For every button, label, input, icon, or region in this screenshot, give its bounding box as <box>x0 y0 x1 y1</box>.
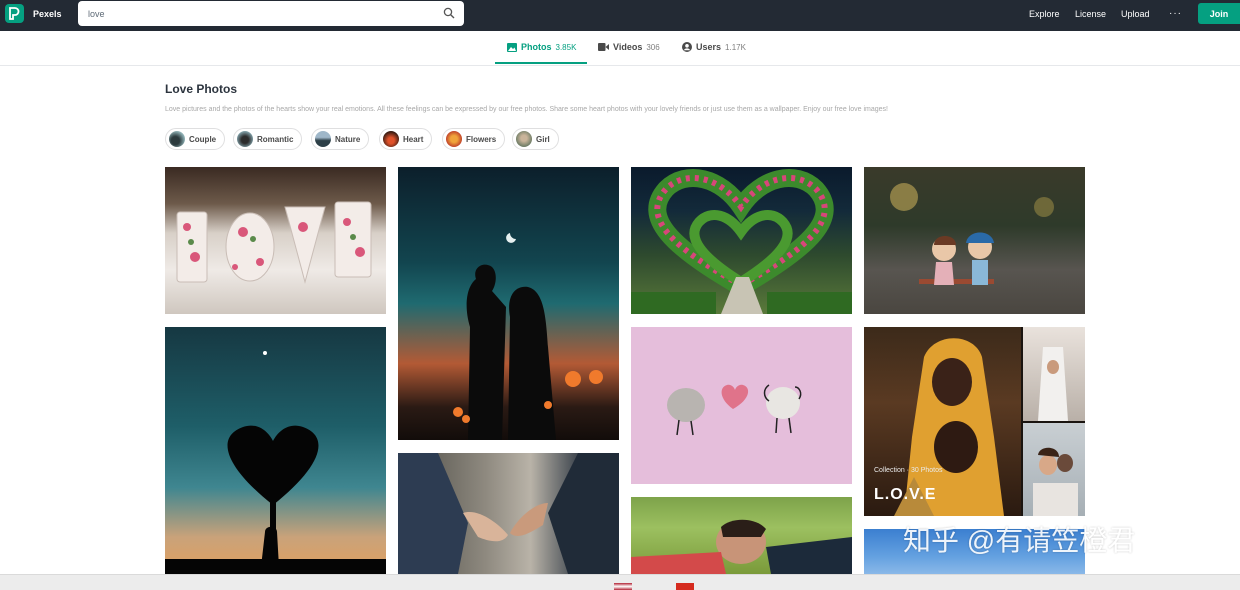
collection-title: L.O.V.E <box>874 486 937 503</box>
tab-users[interactable]: Users 1.17K <box>682 42 746 52</box>
chip-thumbnail <box>315 131 331 147</box>
tab-photos[interactable]: Photos 3.85K <box>507 42 576 52</box>
tab-users-label: Users <box>696 42 722 52</box>
chip-label: Couple <box>189 134 217 144</box>
footer-bar <box>0 574 1240 590</box>
chip-thumbnail <box>169 131 185 147</box>
tab-videos-count: 306 <box>646 42 660 52</box>
active-tab-indicator <box>495 62 587 64</box>
chip-label: Girl <box>536 134 550 144</box>
chip-label: Flowers <box>466 134 497 144</box>
logo-icon <box>9 7 20 20</box>
photo-stone-heart[interactable] <box>631 327 852 484</box>
page-title: Love Photos <box>165 82 238 96</box>
photo-image <box>453 233 603 440</box>
more-icon[interactable]: ··· <box>1169 8 1182 19</box>
pexels-logo[interactable] <box>5 4 24 23</box>
tab-videos[interactable]: Videos 306 <box>598 42 660 52</box>
search-tabs: Photos 3.85K Videos 306 Users 1.17K <box>0 31 1240 66</box>
collection-card-love[interactable]: Collection · 30 Photos L.O.V.E <box>864 327 1085 516</box>
photo-toy-couple[interactable] <box>864 167 1085 314</box>
nav-license[interactable]: License <box>1075 9 1106 19</box>
chip-thumbnail <box>383 131 399 147</box>
image-icon <box>507 42 517 52</box>
page-description: Love pictures and the photos of the hear… <box>165 106 888 113</box>
photo-image <box>1033 447 1078 516</box>
photo-image <box>890 183 1054 285</box>
tab-photos-label: Photos <box>521 42 552 52</box>
photo-image <box>176 201 372 284</box>
nav-explore[interactable]: Explore <box>1029 9 1060 19</box>
collection-thumb-2 <box>1023 423 1085 516</box>
top-navbar: Pexels love Explore License Upload ··· J… <box>0 0 1240 31</box>
photo-flower-heart-arch[interactable] <box>631 167 852 314</box>
chip-label: Nature <box>335 134 361 144</box>
photo-image <box>398 453 619 574</box>
chip-label: Heart <box>403 134 424 144</box>
chip-thumbnail <box>237 131 253 147</box>
search-bar[interactable]: love <box>78 1 464 26</box>
tab-photos-count: 3.85K <box>555 42 577 52</box>
photo-couple-grass[interactable] <box>631 497 852 574</box>
chip-girl[interactable]: Girl <box>512 128 559 150</box>
user-icon <box>682 42 692 52</box>
brand-name[interactable]: Pexels <box>33 9 62 19</box>
photo-image <box>1038 347 1068 421</box>
photo-silhouette-couple[interactable] <box>398 167 619 440</box>
chip-label: Romantic <box>257 134 294 144</box>
chip-thumbnail <box>446 131 462 147</box>
search-input[interactable]: love <box>88 9 105 19</box>
chip-flowers[interactable]: Flowers <box>442 128 506 150</box>
collection-thumb-1 <box>1023 327 1085 421</box>
photo-image <box>631 169 852 314</box>
collection-subtitle: Collection · 30 Photos <box>874 467 943 474</box>
chip-nature[interactable]: Nature <box>311 128 370 150</box>
join-button[interactable]: Join <box>1198 3 1240 24</box>
tab-videos-label: Videos <box>613 42 643 52</box>
photo-image <box>667 384 802 436</box>
photo-image <box>165 351 386 574</box>
chip-couple[interactable]: Couple <box>165 128 226 150</box>
photo-heart-tree[interactable] <box>165 327 386 574</box>
watermark-text: 知乎 @有请笠橙君 <box>903 525 1136 556</box>
nav-upload[interactable]: Upload <box>1121 9 1150 19</box>
tab-users-count: 1.17K <box>725 42 746 52</box>
photo-love-letters[interactable] <box>165 167 386 314</box>
photo-image <box>631 519 852 574</box>
photo-holding-hands[interactable] <box>398 453 619 574</box>
search-icon[interactable] <box>443 7 455 19</box>
chip-romantic[interactable]: Romantic <box>233 128 303 150</box>
chip-thumbnail <box>516 131 532 147</box>
video-icon <box>598 43 609 51</box>
chip-heart[interactable]: Heart <box>379 128 433 150</box>
